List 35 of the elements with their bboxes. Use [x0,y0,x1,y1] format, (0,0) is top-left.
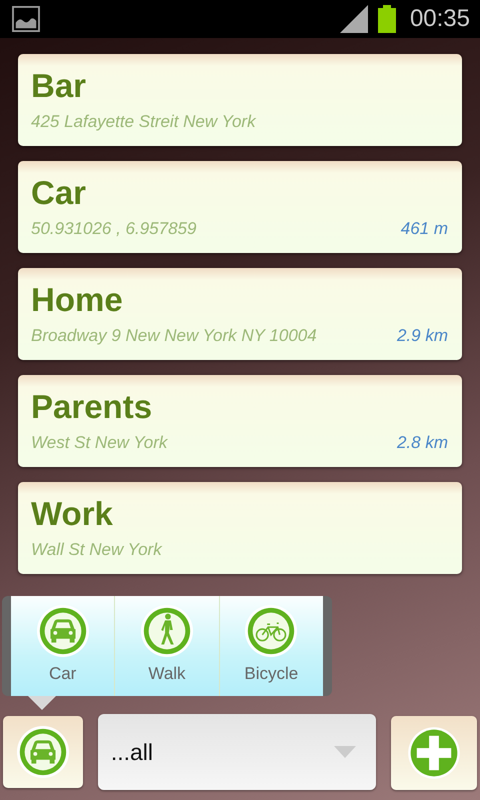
travel-mode-button[interactable] [3,716,83,788]
place-name: Parents [31,387,154,427]
place-card[interactable]: Home Broadway 9 New New York NY 10004 2.9 km [18,268,462,360]
place-address: Wall St New York [31,540,164,560]
add-icon [407,726,462,780]
gallery-icon [12,6,40,32]
place-address: 425 Lafayette Streit New York [31,112,258,132]
place-address: 50.931026 , 6.957859 [31,219,198,239]
dropdown-caret-icon [334,746,356,758]
mode-item[interactable]: Bicycle [220,596,323,696]
place-distance: 2.8 km [396,433,448,453]
walking-person-icon [140,604,194,658]
popup-pointer [28,696,56,710]
place-distance: 461 m [400,219,448,239]
place-distance: 2.9 km [396,326,448,346]
signal-icon [340,5,368,33]
place-name: Work [31,494,114,534]
battery-icon [378,5,396,33]
add-button[interactable] [391,716,478,790]
car-icon [16,725,70,779]
place-address: Broadway 9 New New York NY 10004 [31,326,318,346]
place-card[interactable]: Car 50.931026 , 6.957859 461 m [18,161,462,253]
place-address: West St New York [31,433,169,453]
mode-item[interactable]: Walk [115,596,220,696]
status-time: 00:35 [410,5,470,33]
place-card[interactable]: Work Wall St New York [18,482,462,574]
mode-item[interactable]: Car [11,596,116,696]
place-card[interactable]: Parents West St New York 2.8 km [18,375,462,467]
place-name: Car [31,173,88,213]
place-name: Home [31,280,124,320]
bicycle-icon [244,604,298,658]
car-icon [36,604,90,658]
place-card[interactable]: Bar 425 Lafayette Streit New York [18,54,462,146]
filter-dropdown[interactable]: ...all [98,714,376,790]
place-name: Bar [31,66,88,106]
